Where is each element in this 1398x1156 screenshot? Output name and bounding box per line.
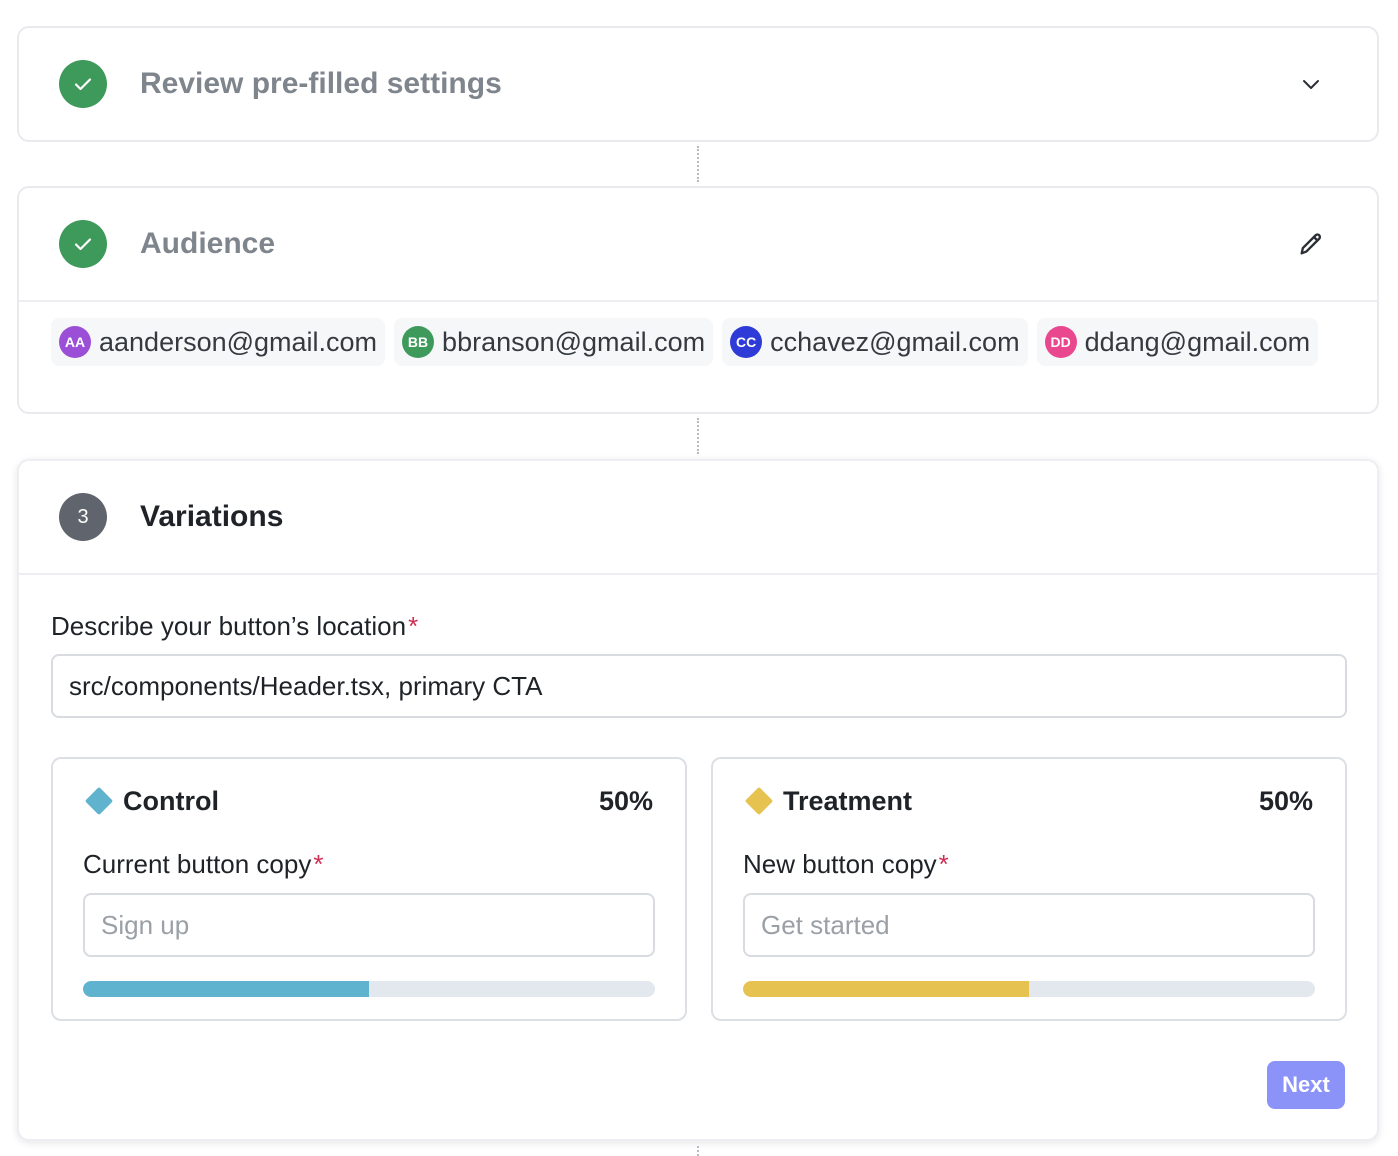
copy-label-text: Current button copy (83, 849, 312, 879)
page: Review pre-filled settings Audience AA a… (0, 0, 1398, 1156)
member-email: bbranson@gmail.com (442, 326, 706, 357)
location-label: Describe your button’s location* (51, 609, 418, 643)
variant-name: Control (123, 786, 219, 816)
required-mark: * (313, 849, 324, 879)
step-connector (697, 1146, 699, 1156)
step-connector (697, 146, 699, 182)
step-card-variations: 3 Variations Describe your button’s loca… (17, 459, 1379, 1141)
divider (19, 300, 1377, 302)
audience-members: AA aanderson@gmail.com BB bbranson@gmail… (51, 318, 1319, 366)
required-mark: * (408, 611, 419, 641)
split-progress-bar (743, 981, 1315, 997)
audience-chip[interactable]: BB bbranson@gmail.com (394, 318, 714, 366)
variant-percent: 50% (1258, 786, 1313, 816)
audience-chip[interactable]: CC cchavez@gmail.com (722, 318, 1028, 366)
next-button[interactable]: Next (1267, 1061, 1345, 1109)
member-email: cchavez@gmail.com (770, 326, 1020, 357)
current-copy-input[interactable] (83, 893, 655, 957)
new-copy-input[interactable] (743, 893, 1315, 957)
step-title-review: Review pre-filled settings (140, 67, 502, 100)
copy-label: Current button copy* (83, 847, 323, 881)
diamond-icon (84, 786, 114, 816)
chevron-down-icon[interactable] (1295, 68, 1327, 100)
avatar: BB (402, 326, 435, 358)
location-label-text: Describe your button’s location (51, 611, 407, 641)
step-complete-icon (59, 220, 107, 268)
split-progress-fill (743, 981, 1029, 997)
step-complete-icon (59, 60, 107, 108)
copy-label: New button copy* (743, 847, 949, 881)
variant-percent: 50% (598, 786, 653, 816)
variations-body: Describe your button’s location* Control… (19, 461, 1377, 1139)
step-connector (697, 418, 699, 454)
audience-chip[interactable]: AA aanderson@gmail.com (51, 318, 386, 366)
step-card-review[interactable]: Review pre-filled settings (17, 26, 1379, 142)
step-title-audience: Audience (140, 227, 276, 260)
step-card-audience: Audience AA aanderson@gmail.com BB bbran… (17, 186, 1379, 414)
required-mark: * (938, 849, 949, 879)
split-progress-fill (83, 981, 369, 997)
variant-name: Treatment (783, 786, 913, 816)
avatar: CC (730, 326, 763, 358)
copy-label-text: New button copy (743, 849, 937, 879)
audience-header: Audience (19, 188, 1377, 300)
audience-chip[interactable]: DD ddang@gmail.com (1036, 318, 1319, 366)
diamond-icon (744, 786, 774, 816)
member-email: aanderson@gmail.com (99, 326, 378, 357)
location-input[interactable] (51, 654, 1347, 718)
pencil-icon[interactable] (1295, 228, 1327, 260)
member-email: ddang@gmail.com (1084, 326, 1311, 357)
variant-card-control: Control 50% Current button copy* (51, 757, 687, 1021)
avatar: DD (1044, 326, 1077, 358)
variant-card-treatment: Treatment 50% New button copy* (711, 757, 1347, 1021)
split-progress-bar (83, 981, 655, 997)
avatar: AA (59, 326, 91, 358)
